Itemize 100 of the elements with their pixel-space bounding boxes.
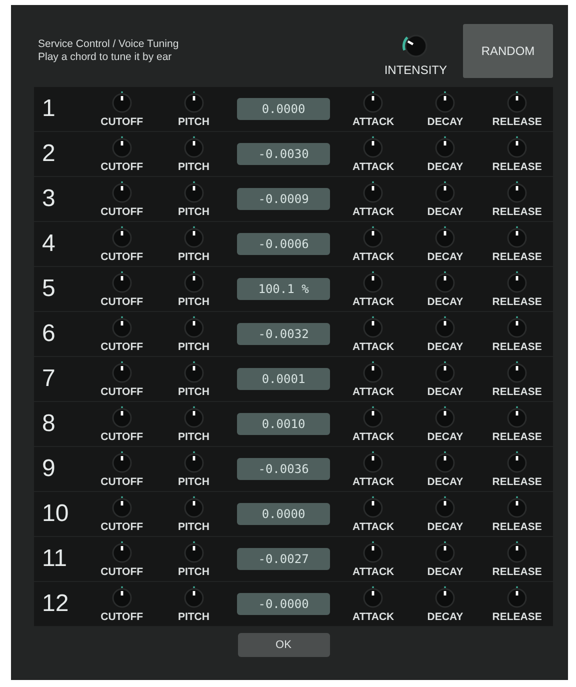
value-display: 0.0010 xyxy=(237,413,330,435)
knob[interactable] xyxy=(433,316,458,340)
knob-label: CUTOFF xyxy=(100,430,144,442)
knob-label: ATTACK xyxy=(352,520,394,532)
knob[interactable] xyxy=(433,406,458,430)
knob[interactable] xyxy=(433,136,458,160)
knob-label: RELEASE xyxy=(492,206,542,218)
value-display: 0.0001 xyxy=(237,368,330,390)
knob-label: PITCH xyxy=(178,250,210,262)
knob[interactable] xyxy=(433,226,458,250)
knob[interactable] xyxy=(182,450,206,474)
knob-label: RELEASE xyxy=(492,610,542,622)
knob[interactable] xyxy=(361,360,386,384)
knob[interactable] xyxy=(182,226,206,250)
knob[interactable] xyxy=(505,406,530,430)
knob[interactable] xyxy=(182,90,206,114)
knob[interactable] xyxy=(361,136,386,160)
knob[interactable] xyxy=(182,180,206,204)
knob-label: RELEASE xyxy=(492,340,542,352)
knob[interactable] xyxy=(361,450,386,474)
value-display: -0.0000 xyxy=(237,593,330,615)
value-display: 0.0000 xyxy=(237,98,330,120)
knob[interactable] xyxy=(182,586,206,610)
knob[interactable] xyxy=(505,90,530,114)
knob[interactable] xyxy=(505,496,530,520)
knob-label: CUTOFF xyxy=(100,206,144,218)
knob[interactable] xyxy=(433,180,458,204)
knob[interactable] xyxy=(505,540,530,564)
knob[interactable] xyxy=(110,270,134,294)
knob[interactable] xyxy=(505,136,530,160)
knob[interactable] xyxy=(110,540,134,564)
voice-number: 8 xyxy=(41,410,56,438)
knob-label: DECAY xyxy=(427,610,464,622)
knob[interactable] xyxy=(505,270,530,294)
knob[interactable] xyxy=(433,496,458,520)
voice-number: 2 xyxy=(41,140,56,168)
knob[interactable] xyxy=(182,406,206,430)
knob-label: PITCH xyxy=(178,160,210,172)
knob[interactable] xyxy=(433,586,458,610)
knob[interactable] xyxy=(110,360,134,384)
knob[interactable] xyxy=(361,90,386,114)
knob-label: RELEASE xyxy=(492,116,542,128)
knob[interactable] xyxy=(361,316,386,340)
knob[interactable] xyxy=(433,540,458,564)
knob[interactable] xyxy=(182,270,206,294)
knob-label: DECAY xyxy=(427,386,464,398)
knob[interactable] xyxy=(361,586,386,610)
knob[interactable] xyxy=(433,270,458,294)
knob-label: ATTACK xyxy=(352,566,394,578)
knob[interactable] xyxy=(361,226,386,250)
voice-number: 6 xyxy=(41,320,56,348)
knob-label: DECAY xyxy=(427,340,464,352)
random-button[interactable]: RANDOM xyxy=(463,24,553,78)
knob[interactable] xyxy=(361,406,386,430)
knob[interactable] xyxy=(110,180,134,204)
knob[interactable] xyxy=(505,226,530,250)
knob-label: DECAY xyxy=(427,160,464,172)
knob[interactable] xyxy=(361,180,386,204)
knob-label: PITCH xyxy=(178,340,210,352)
voice-number: 5 xyxy=(41,275,56,303)
knob-label: CUTOFF xyxy=(100,296,144,308)
knob-label: DECAY xyxy=(427,206,464,218)
knob[interactable] xyxy=(110,450,134,474)
knob-label: DECAY xyxy=(427,476,464,488)
knob[interactable] xyxy=(505,180,530,204)
knob[interactable] xyxy=(361,540,386,564)
knob[interactable] xyxy=(182,496,206,520)
knob-label: PITCH xyxy=(178,386,210,398)
knob[interactable] xyxy=(433,360,458,384)
knob[interactable] xyxy=(110,316,134,340)
voice-number: 7 xyxy=(41,365,56,393)
knob[interactable] xyxy=(505,316,530,340)
knob[interactable] xyxy=(110,136,134,160)
value-display: -0.0036 xyxy=(237,458,330,480)
dialog-subtitle: Play a chord to tune it by ear xyxy=(38,51,173,64)
knob[interactable] xyxy=(433,90,458,114)
knob[interactable] xyxy=(110,586,134,610)
knob[interactable] xyxy=(433,450,458,474)
knob-label: ATTACK xyxy=(352,296,394,308)
knob[interactable] xyxy=(110,496,134,520)
knob-label: DECAY xyxy=(427,566,464,578)
knob-label: CUTOFF xyxy=(100,520,144,532)
knob[interactable] xyxy=(110,406,134,430)
knob[interactable] xyxy=(110,90,134,114)
knob[interactable] xyxy=(110,226,134,250)
knob[interactable] xyxy=(182,136,206,160)
knob[interactable] xyxy=(182,316,206,340)
ok-button[interactable]: OK xyxy=(238,633,330,657)
knob-label: RELEASE xyxy=(492,430,542,442)
knob-label: CUTOFF xyxy=(100,610,144,622)
value-display: -0.0006 xyxy=(237,233,330,255)
knob[interactable] xyxy=(505,360,530,384)
knob-label: PITCH xyxy=(178,610,210,622)
knob[interactable] xyxy=(505,450,530,474)
knob[interactable] xyxy=(182,540,206,564)
knob-label: ATTACK xyxy=(352,430,394,442)
knob[interactable] xyxy=(505,586,530,610)
knob[interactable] xyxy=(361,270,386,294)
knob[interactable] xyxy=(361,496,386,520)
knob[interactable] xyxy=(182,360,206,384)
